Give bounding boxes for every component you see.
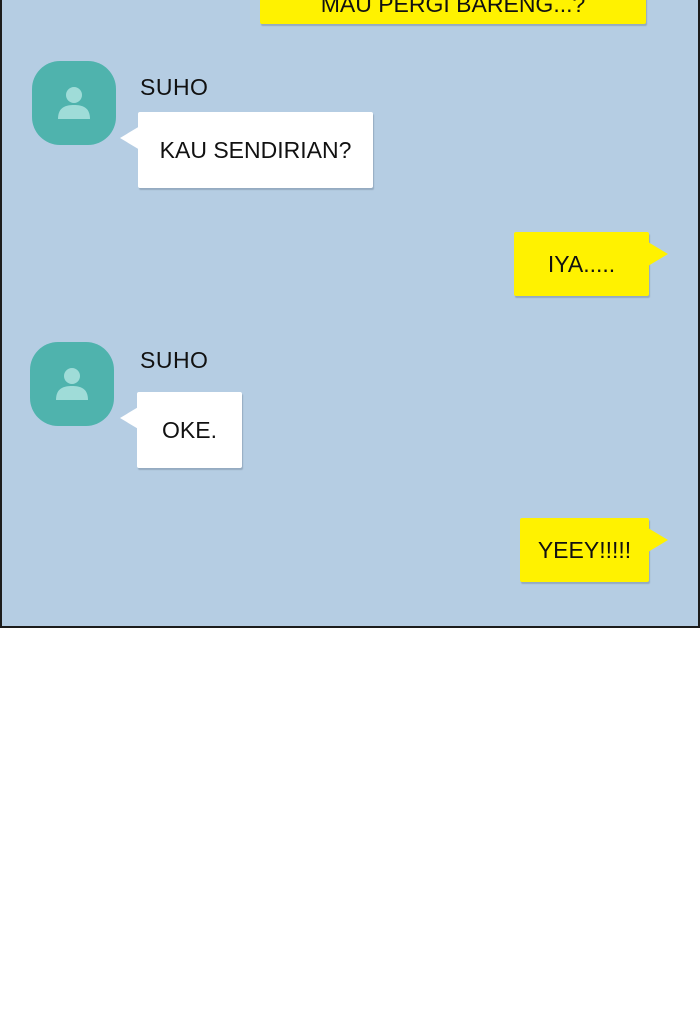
outgoing-message-bubble: IYA..... xyxy=(514,232,649,296)
avatar[interactable] xyxy=(30,342,114,426)
bubble-tail xyxy=(120,126,140,150)
chat-panel: MAU PERGI BARENG...? SUHO KAU SENDIRIAN?… xyxy=(0,0,700,628)
outgoing-message-bubble: YEEY!!!!! xyxy=(520,518,649,582)
message-text: KAU SENDIRIAN? xyxy=(159,136,352,163)
message-text: OKE. xyxy=(162,416,217,443)
message-text: YEEY!!!!! xyxy=(537,536,632,563)
message-text: MAU PERGI BARENG...? xyxy=(320,0,586,17)
incoming-message-bubble: KAU SENDIRIAN? xyxy=(138,112,373,188)
outgoing-message-bubble: MAU PERGI BARENG...? xyxy=(260,0,646,24)
message-text: IYA..... xyxy=(547,250,616,277)
incoming-message-bubble: OKE. xyxy=(137,392,242,468)
person-icon xyxy=(58,87,90,119)
sender-name: SUHO xyxy=(140,74,209,100)
sender-name: SUHO xyxy=(140,347,209,373)
bubble-tail xyxy=(648,242,668,266)
bubble-tail xyxy=(648,528,668,552)
person-icon xyxy=(56,368,88,400)
avatar[interactable] xyxy=(32,61,116,145)
